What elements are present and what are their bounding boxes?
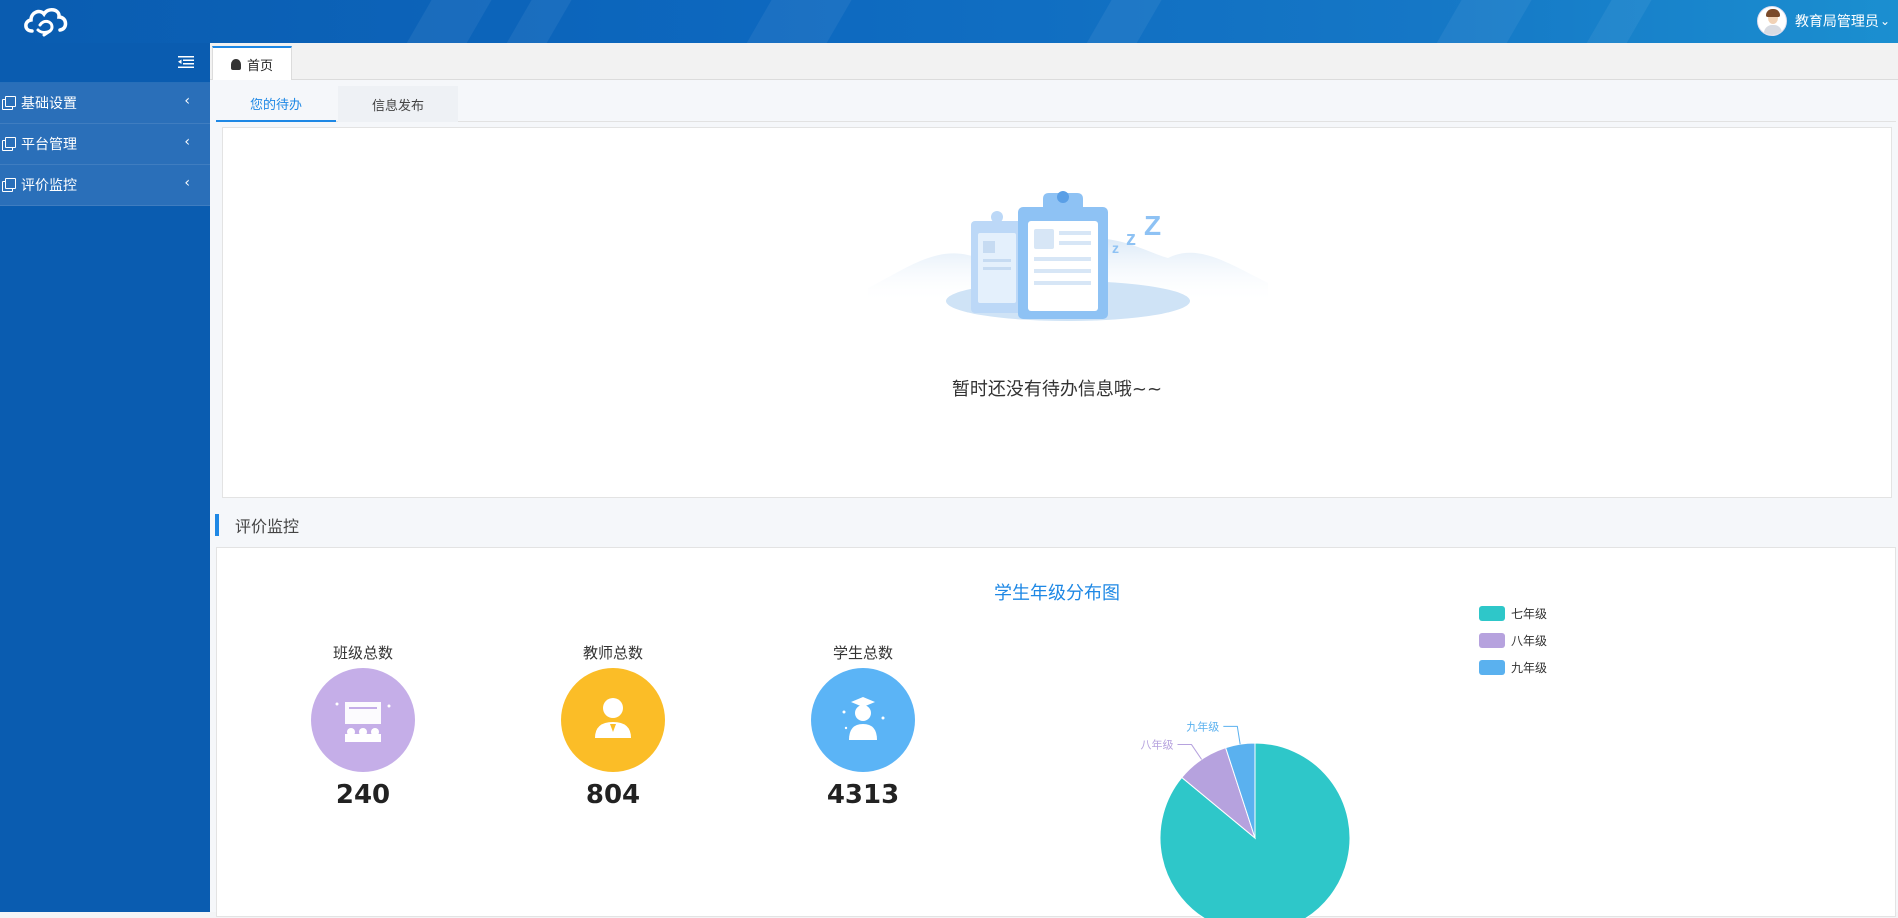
legend-label: 九年级 xyxy=(1511,660,1548,675)
pie-label-line-grade-9 xyxy=(1223,725,1241,745)
sidebar-item-evaluation-monitor[interactable]: 评价监控 ‹ xyxy=(0,165,210,206)
teacher-icon xyxy=(561,668,665,772)
student-icon xyxy=(811,668,915,772)
sidebar-item-label: 评价监控 xyxy=(21,178,77,194)
svg-text:z: z xyxy=(1126,228,1136,250)
legend-swatch xyxy=(1479,659,1505,675)
stat-value: 240 xyxy=(335,780,391,810)
stat-card-students: 学生总数 4313 xyxy=(811,642,915,810)
sidebar: 基础设置 ‹ 平台管理 ‹ 评价监控 ‹ xyxy=(0,43,210,912)
sidebar-item-label: 基础设置 xyxy=(21,96,77,112)
legend-item-grade-8[interactable]: 八年级 xyxy=(1479,632,1547,648)
sidebar-toggle[interactable] xyxy=(0,43,210,83)
classroom-icon xyxy=(311,668,415,772)
empty-clipboard-illustration: z z Z xyxy=(868,191,1268,321)
cloud-logo-icon[interactable] xyxy=(22,3,70,39)
chart-title: 学生年级分布图 xyxy=(994,583,1120,604)
legend-swatch xyxy=(1479,605,1505,621)
copy-icon xyxy=(2,178,16,192)
chevron-left-icon: ‹ xyxy=(184,134,190,150)
top-header-bar: 教育局管理员 ⌄ xyxy=(0,0,1898,43)
chevron-down-icon: ⌄ xyxy=(1879,14,1890,28)
tab-info-publish[interactable]: 信息发布 xyxy=(338,86,458,122)
chevron-left-icon: ‹ xyxy=(184,93,190,109)
section-title: 评价监控 xyxy=(235,517,300,536)
pie-label-grade-8: 八年级 xyxy=(1140,738,1173,752)
user-name: 教育局管理员 xyxy=(1794,14,1879,30)
sidebar-item-label: 平台管理 xyxy=(21,137,77,153)
stat-label: 学生总数 xyxy=(832,644,893,662)
tab-todo[interactable]: 您的待办 xyxy=(216,86,336,122)
stats-panel: 学生年级分布图 班级总数 240 教师总数 804 学生总数 4313 八年级 … xyxy=(216,547,1896,918)
stat-value: 804 xyxy=(585,780,641,810)
todo-panel: z z Z 暂时还没有待办信息哦~~ xyxy=(222,127,1892,498)
section-accent-bar xyxy=(215,514,219,536)
stat-card-teachers: 教师总数 804 xyxy=(561,642,665,810)
main-content: 您的待办 信息发布 z z Z 暂时还没有待办信息哦~~ 评价监控 学生年级分布… xyxy=(210,80,1898,918)
page-tab-bar: 首页 xyxy=(210,43,1898,80)
pie-label-grade-9: 九年级 xyxy=(1186,719,1219,733)
user-menu[interactable]: 教育局管理员 ⌄ xyxy=(1756,4,1890,38)
tab-home[interactable]: 首页 xyxy=(212,46,292,80)
avatar[interactable] xyxy=(1756,6,1787,36)
legend-label: 七年级 xyxy=(1511,606,1548,621)
legend-item-grade-9[interactable]: 九年级 xyxy=(1479,659,1547,675)
stat-label: 教师总数 xyxy=(582,644,643,662)
tab-home-label: 首页 xyxy=(246,58,273,74)
legend-label: 八年级 xyxy=(1511,633,1548,648)
legend-item-grade-7[interactable]: 七年级 xyxy=(1479,605,1547,621)
sub-tab-bar: 您的待办 信息发布 xyxy=(216,86,1896,122)
empty-state-message: 暂时还没有待办信息哦~~ xyxy=(951,379,1163,400)
svg-text:Z: Z xyxy=(1144,210,1161,241)
stat-value: 4313 xyxy=(826,780,900,810)
pie-label-line-grade-8 xyxy=(1177,744,1203,760)
copy-icon xyxy=(2,96,16,110)
copy-icon xyxy=(2,137,16,151)
legend-swatch xyxy=(1479,632,1505,648)
stat-label: 班级总数 xyxy=(332,644,393,662)
chevron-left-icon: ‹ xyxy=(184,175,190,191)
sidebar-item-basic-settings[interactable]: 基础设置 ‹ xyxy=(0,83,210,124)
sidebar-item-platform-management[interactable]: 平台管理 ‹ xyxy=(0,124,210,165)
stat-card-classes: 班级总数 240 xyxy=(311,642,415,810)
android-icon xyxy=(230,58,241,70)
svg-text:z: z xyxy=(1112,240,1119,256)
section-header: 评价监控 xyxy=(215,513,299,537)
menu-collapse-icon[interactable] xyxy=(178,55,194,69)
